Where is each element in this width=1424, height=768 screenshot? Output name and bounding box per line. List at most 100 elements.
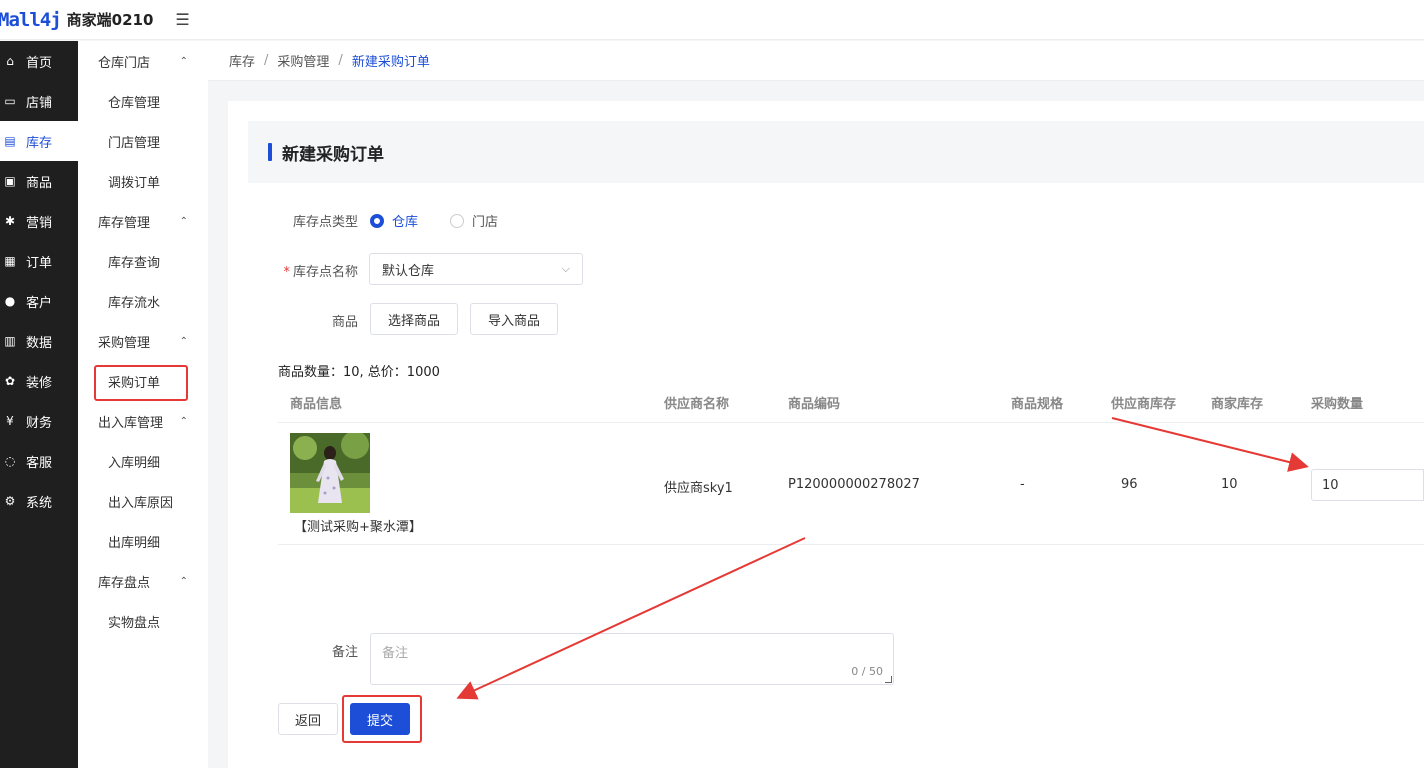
select-goods-button[interactable]: 选择商品 [370, 303, 458, 335]
main-card: 新建采购订单 库存点类型 仓库 门店 * 库存点名称 默认仓库 ⌵ 商品 选择商品… [228, 101, 1424, 768]
order-summary: 商品数量：10, 总价：1000 [278, 365, 440, 380]
radio-label: 仓库 [392, 215, 419, 230]
product-icon: ▣ [4, 174, 16, 188]
nav-label: 数据 [26, 335, 53, 351]
radio-warehouse[interactable]: 仓库 [370, 211, 418, 230]
nav-label: 库存 [26, 135, 53, 151]
radio-store[interactable]: 门店 [450, 211, 498, 230]
import-goods-button[interactable]: 导入商品 [470, 303, 558, 335]
sidebar-item-store-mgmt[interactable]: 门店管理 [78, 121, 208, 161]
breadcrumb-purchase[interactable]: 采购管理 [277, 51, 329, 70]
page-title: 新建采购订单 [282, 144, 384, 165]
chevron-down-icon: ⌵ [561, 262, 570, 275]
name-label-text: 库存点名称 [292, 265, 358, 280]
col-supplier-stock: 供应商库存 [1111, 397, 1177, 412]
col-supplier-name: 供应商名称 [664, 397, 730, 412]
radio-dot [450, 213, 464, 228]
group-label: 库存管理 [98, 215, 151, 231]
product-spec: - [1020, 477, 1025, 492]
primary-sidebar: ⌂ 首页 ▭ 店铺 ▤ 库存 ▣ 商品 ✱ 营销 ▦ 订单 ● 客户 ▥ 数据 ✿ 装修 ¥ 财务 … [0, 41, 78, 768]
nav-shop[interactable]: ▭ 店铺 [0, 81, 78, 121]
group-stocktake[interactable]: 库存盘点 ⌃ [78, 561, 208, 601]
nav-marketing[interactable]: ✱ 营销 [0, 201, 78, 241]
nav-system[interactable]: ⚙ 系统 [0, 481, 78, 521]
sidebar-item-purchase-orders[interactable]: 采购订单 [78, 361, 208, 401]
col-purchase-qty: 采购数量 [1311, 397, 1364, 412]
group-stock-mgmt[interactable]: 库存管理 ⌃ [78, 201, 208, 241]
breadcrumb-separator: / [338, 53, 343, 68]
gift-icon: ✱ [4, 214, 16, 228]
nav-label: 客户 [26, 295, 53, 311]
remark-textarea[interactable]: 备注 0 / 50 [370, 633, 894, 685]
table-header: 商品信息 供应商名称 商品编码 商品规格 供应商库存 商家库存 采购数量 [278, 387, 1424, 423]
sidebar-item-stock-query[interactable]: 库存查询 [78, 241, 208, 281]
col-product-code: 商品编码 [788, 397, 841, 412]
chevron-up-icon: ⌃ [179, 415, 188, 427]
group-purchase-mgmt[interactable]: 采购管理 ⌃ [78, 321, 208, 361]
remark-placeholder: 备注 [382, 646, 409, 661]
warehouse-select[interactable]: 默认仓库 ⌵ [369, 253, 583, 285]
product-name: 【测试采购+聚水潭】 [294, 520, 422, 535]
card-header: 新建采购订单 [248, 121, 1424, 183]
nav-inventory[interactable]: ▤ 库存 [0, 121, 78, 161]
sidebar-item-outbound-detail[interactable]: 出库明细 [78, 521, 208, 561]
nav-label: 店铺 [26, 95, 53, 111]
inventory-icon: ▤ [4, 134, 16, 148]
breadcrumb: 库存 / 采购管理 / 新建采购订单 [208, 41, 1424, 81]
shop-name: 商家端0210 [66, 11, 154, 29]
supplier-stock: 96 [1121, 477, 1138, 492]
nav-label: 订单 [26, 255, 53, 271]
top-bar: Mall4j 商家端0210 ☰ [0, 0, 1424, 40]
remark-label: 备注 [331, 645, 358, 660]
radio-label: 门店 [472, 215, 499, 230]
sidebar-item-transfer-orders[interactable]: 调拨订单 [78, 161, 208, 201]
product-photo [290, 433, 370, 513]
product-image [290, 433, 370, 513]
group-in-out-mgmt[interactable]: 出入库管理 ⌃ [78, 401, 208, 441]
sidebar-item-stock-flow[interactable]: 库存流水 [78, 281, 208, 321]
nav-data[interactable]: ▥ 数据 [0, 321, 78, 361]
chat-icon: ◌ [4, 454, 16, 468]
required-mark: * [283, 265, 290, 280]
sidebar-item-inbound-detail[interactable]: 入库明细 [78, 441, 208, 481]
chevron-up-icon: ⌃ [179, 55, 188, 67]
type-label: 库存点类型 [292, 215, 358, 230]
gear-icon: ⚙ [4, 494, 16, 508]
radio-dot [370, 213, 384, 228]
name-label: * 库存点名称 [276, 261, 358, 280]
menu-collapse-icon[interactable]: ☰ [175, 10, 189, 29]
purchase-qty-input[interactable]: 10 [1311, 469, 1424, 501]
submit-highlight-box [342, 695, 422, 743]
goods-label: 商品 [331, 315, 358, 330]
breadcrumb-current: 新建采购订单 [351, 55, 430, 70]
sidebar-item-in-out-reason[interactable]: 出入库原因 [78, 481, 208, 521]
sidebar-item-warehouse-mgmt[interactable]: 仓库管理 [78, 81, 208, 121]
nav-service[interactable]: ◌ 客服 [0, 441, 78, 481]
nav-customers[interactable]: ● 客户 [0, 281, 78, 321]
nav-orders[interactable]: ▦ 订单 [0, 241, 78, 281]
chart-icon: ▥ [4, 334, 16, 348]
nav-home[interactable]: ⌂ 首页 [0, 41, 78, 81]
resize-handle[interactable] [885, 676, 892, 683]
nav-label: 财务 [26, 415, 53, 431]
nav-label: 首页 [26, 55, 53, 71]
breadcrumb-inventory[interactable]: 库存 [229, 51, 255, 70]
col-merchant-stock: 商家库存 [1211, 397, 1264, 412]
chevron-up-icon: ⌃ [179, 335, 188, 347]
supplier-name: 供应商sky1 [664, 481, 733, 496]
nav-finance[interactable]: ¥ 财务 [0, 401, 78, 441]
nav-decoration[interactable]: ✿ 装修 [0, 361, 78, 401]
app-logo: Mall4j [0, 8, 62, 31]
group-warehouse-store[interactable]: 仓库门店 ⌃ [78, 41, 208, 81]
group-label: 出入库管理 [98, 415, 164, 431]
nav-products[interactable]: ▣ 商品 [0, 161, 78, 201]
group-label: 仓库门店 [98, 55, 151, 71]
user-icon: ● [4, 294, 16, 308]
product-code: P120000000278027 [788, 477, 920, 492]
sidebar-item-physical-count[interactable]: 实物盘点 [78, 601, 208, 641]
order-icon: ▦ [4, 254, 16, 268]
select-value: 默认仓库 [382, 263, 435, 279]
nav-label: 客服 [26, 455, 53, 471]
back-button[interactable]: 返回 [278, 703, 338, 735]
merchant-stock: 10 [1221, 477, 1238, 492]
